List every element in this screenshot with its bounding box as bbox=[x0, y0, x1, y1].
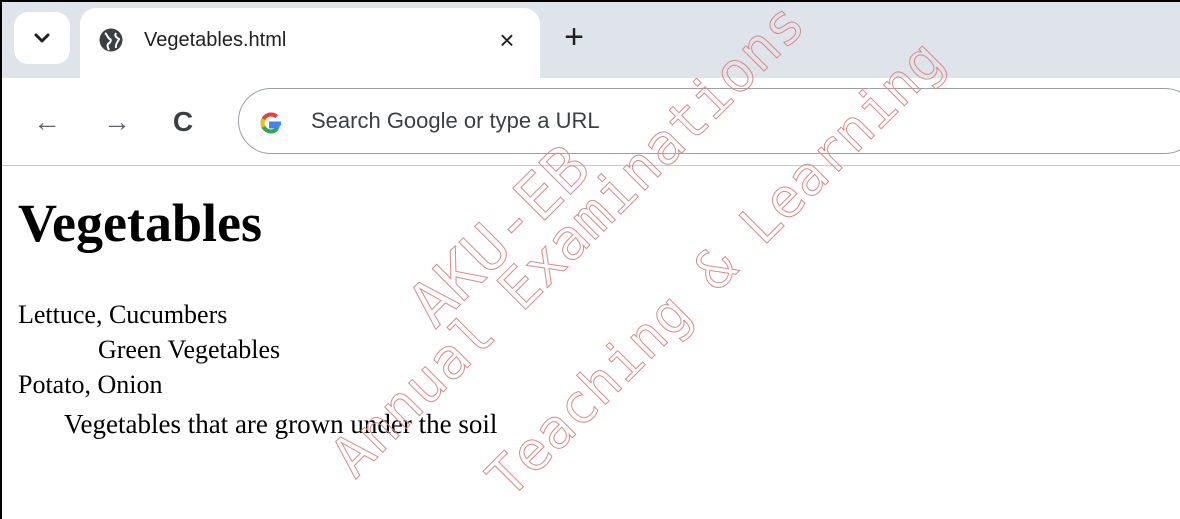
close-icon[interactable]: × bbox=[492, 25, 522, 55]
tab-title: Vegetables.html bbox=[144, 29, 287, 51]
text-line: Green Vegetables bbox=[98, 335, 281, 364]
page-heading: Vegetables bbox=[18, 193, 262, 253]
search-input[interactable]: Search Google or type a URL bbox=[311, 108, 600, 134]
forward-button[interactable]: → bbox=[100, 106, 134, 140]
new-tab-button[interactable]: + bbox=[554, 18, 594, 58]
chevron-down-icon bbox=[34, 33, 50, 43]
google-g-icon bbox=[260, 112, 281, 134]
reload-button[interactable]: C bbox=[166, 106, 200, 140]
browser-window: Vegetables.html × + ← → C Search Google … bbox=[0, 0, 1180, 519]
back-button[interactable]: ← bbox=[30, 106, 64, 140]
tab-vegetables[interactable]: Vegetables.html × bbox=[80, 8, 540, 78]
text-line: Potato, Onion bbox=[18, 370, 163, 399]
address-bar[interactable]: Search Google or type a URL bbox=[238, 88, 1180, 154]
globe-icon bbox=[99, 28, 123, 52]
text-line: Vegetables that are grown under the soil bbox=[64, 409, 498, 439]
text-line: Lettuce, Cucumbers bbox=[18, 300, 228, 329]
page-content: Vegetables Lettuce, Cucumbers Green Vege… bbox=[2, 167, 1180, 519]
tab-search-button[interactable] bbox=[14, 12, 70, 64]
tab-strip: Vegetables.html × + bbox=[2, 2, 1180, 78]
browser-toolbar: ← → C Search Google or type a URL bbox=[2, 78, 1180, 166]
